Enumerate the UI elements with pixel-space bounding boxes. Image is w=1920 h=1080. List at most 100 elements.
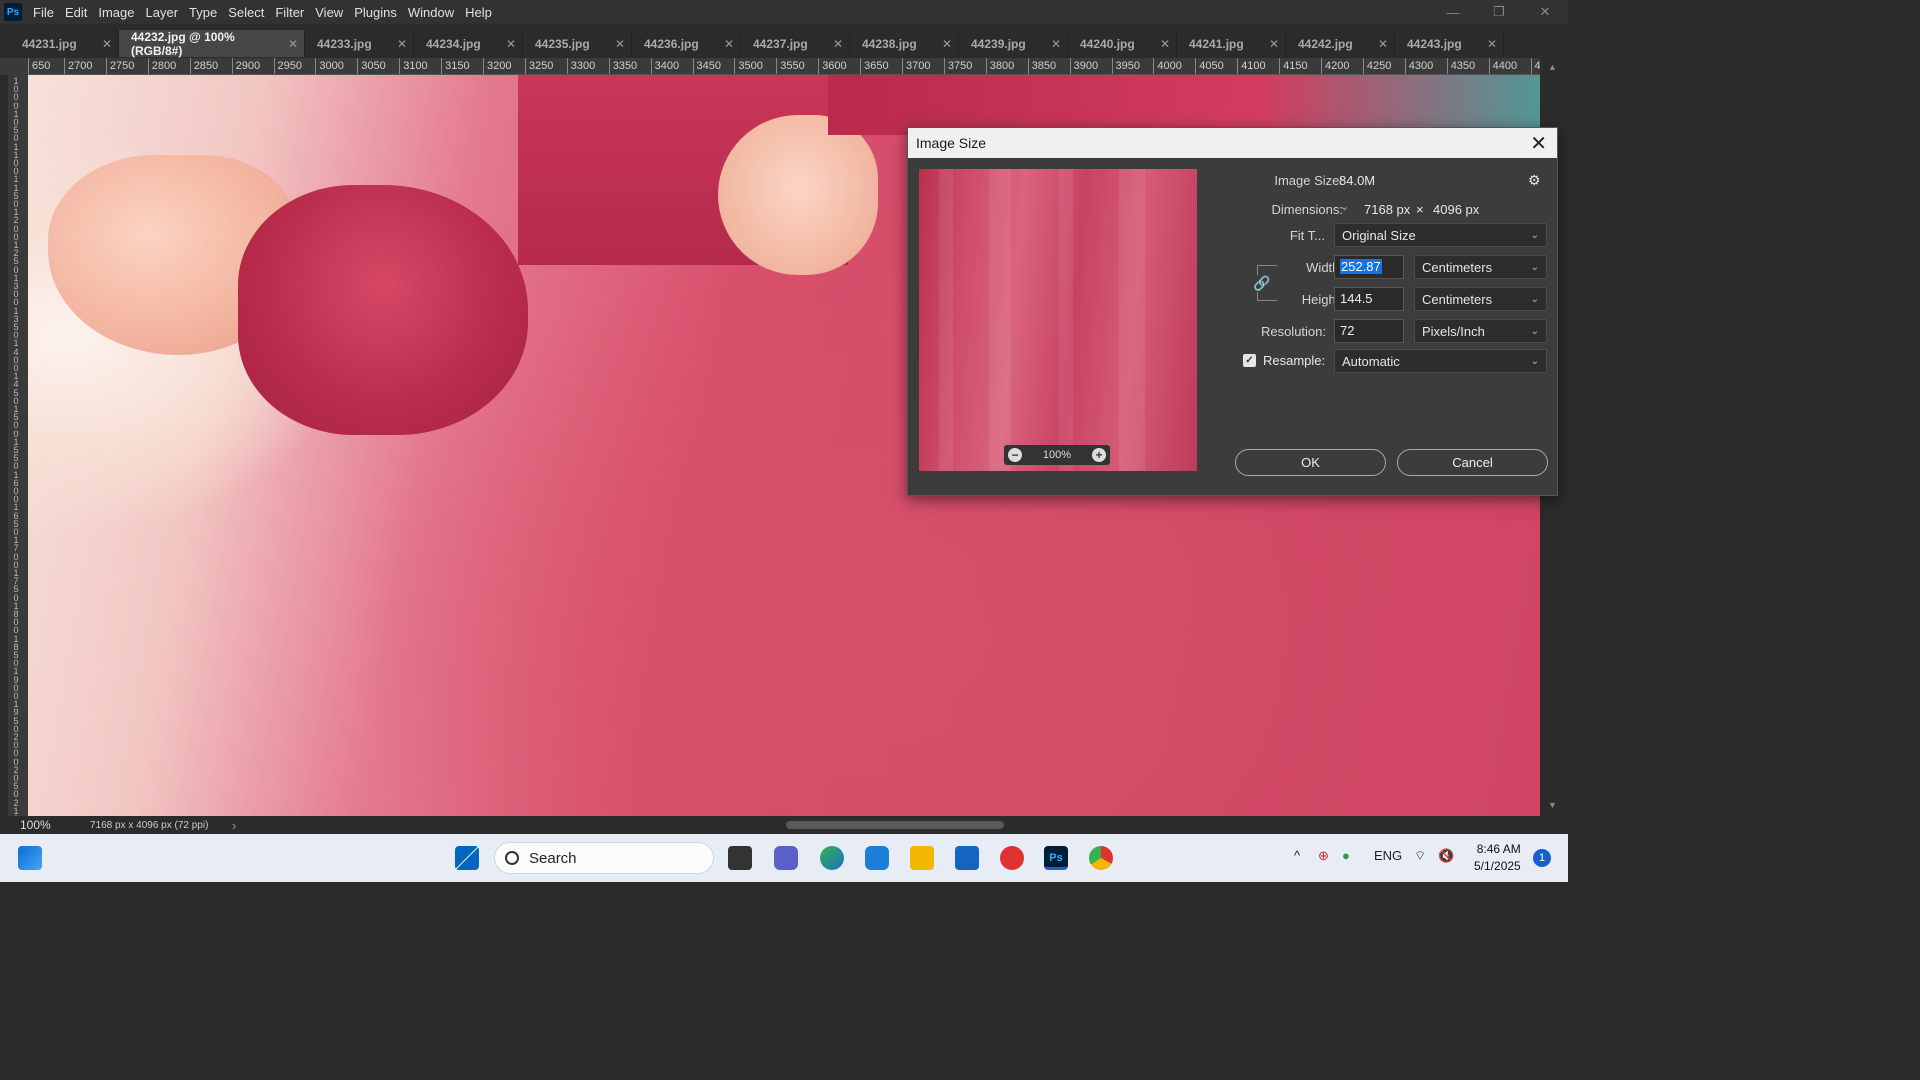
resample-checkbox[interactable]: ✓: [1243, 354, 1256, 367]
left-gutter: [0, 75, 8, 816]
height-unit-select[interactable]: Centimeters ⌄: [1414, 287, 1547, 311]
tray-network-app-icon[interactable]: ●: [1342, 848, 1350, 863]
resample-select[interactable]: Automatic ⌄: [1334, 349, 1547, 373]
menu-filter[interactable]: Filter: [272, 5, 312, 20]
store-icon[interactable]: [955, 846, 979, 870]
restore-button[interactable]: ❐: [1476, 0, 1522, 24]
close-icon[interactable]: ✕: [615, 37, 625, 51]
tab-label: 44231.jpg: [22, 36, 77, 51]
dialog-title: Image Size: [916, 135, 987, 151]
notification-badge[interactable]: 1: [1533, 849, 1551, 867]
resolution-input[interactable]: 72: [1334, 319, 1404, 343]
ruler-tick-label: 3600: [818, 58, 847, 74]
close-icon[interactable]: ✕: [506, 37, 516, 51]
close-icon[interactable]: ✕: [833, 37, 843, 51]
menu-file[interactable]: File: [30, 5, 62, 20]
vertical-ruler[interactable]: 1000105011001150120012501300135014001450…: [8, 75, 28, 816]
tab-44242[interactable]: 44242.jpg ✕: [1286, 30, 1395, 57]
tab-44240[interactable]: 44240.jpg ✕: [1068, 30, 1177, 57]
tab-44233[interactable]: 44233.jpg ✕: [305, 30, 414, 57]
scroll-up-icon[interactable]: ▲: [1548, 62, 1557, 72]
ruler-tick-label: 2850: [189, 58, 218, 74]
menu-window[interactable]: Window: [405, 5, 462, 20]
horizontal-scroll-thumb[interactable]: [786, 821, 1004, 829]
status-menu-arrow-icon[interactable]: ›: [232, 818, 236, 833]
opera-icon[interactable]: [1000, 846, 1024, 870]
resolution-label: Resolution:: [1260, 324, 1326, 339]
wifi-icon[interactable]: ⌔: [1414, 848, 1426, 864]
dimensions-dropdown-chevron-icon[interactable]: ⌄: [1340, 200, 1349, 213]
minimize-button[interactable]: —: [1430, 0, 1476, 24]
tab-44238[interactable]: 44238.jpg ✕: [850, 30, 959, 57]
horizontal-ruler[interactable]: 650 2700 2750 2800 2850 2900 2950 3000 3050 3100 3…: [28, 58, 1540, 75]
zoom-out-icon[interactable]: −: [1008, 448, 1022, 462]
language-indicator[interactable]: ENG: [1374, 848, 1402, 863]
menu-edit[interactable]: Edit: [62, 5, 95, 20]
tab-44235[interactable]: 44235.jpg ✕: [523, 30, 632, 57]
width-unit-select[interactable]: Centimeters ⌄: [1414, 255, 1547, 279]
menu-view[interactable]: View: [312, 5, 351, 20]
dialog-titlebar[interactable]: Image Size ✕: [908, 128, 1557, 158]
photoshop-taskbar-icon[interactable]: Ps: [1044, 846, 1068, 870]
tab-44241[interactable]: 44241.jpg ✕: [1177, 30, 1286, 57]
close-icon[interactable]: ✕: [102, 37, 112, 51]
close-icon[interactable]: ✕: [942, 37, 952, 51]
system-clock[interactable]: 8:46 AM 5/1/2025: [1474, 841, 1521, 875]
tab-44231[interactable]: 44231.jpg ✕: [10, 30, 119, 57]
close-icon[interactable]: ✕: [1378, 37, 1388, 51]
constrain-proportions-link-icon[interactable]: 🔗: [1253, 275, 1271, 292]
close-icon[interactable]: ✕: [288, 37, 298, 51]
settings-gear-icon[interactable]: ⚙: [1528, 172, 1541, 189]
tab-44234[interactable]: 44234.jpg ✕: [414, 30, 523, 57]
tab-44237[interactable]: 44237.jpg ✕: [741, 30, 850, 57]
task-view-icon[interactable]: [728, 846, 752, 870]
ruler-tick-label: 3450: [692, 58, 721, 74]
start-icon[interactable]: [455, 846, 479, 870]
ruler-tick-label: 2700: [64, 58, 92, 74]
snipping-tool-icon[interactable]: [865, 846, 889, 870]
zoom-level-field[interactable]: 100%: [0, 818, 62, 832]
fit-to-select[interactable]: Original Size ⌄: [1334, 223, 1547, 247]
close-icon[interactable]: ✕: [1269, 37, 1279, 51]
tab-44239[interactable]: 44239.jpg ✕: [959, 30, 1068, 57]
tab-44232[interactable]: 44232.jpg @ 100% (RGB/8#) ✕: [119, 30, 305, 58]
tab-44236[interactable]: 44236.jpg ✕: [632, 30, 741, 57]
tab-label: 44236.jpg: [644, 36, 699, 51]
tray-overflow-icon[interactable]: ^: [1294, 848, 1300, 863]
edge-icon[interactable]: [820, 846, 844, 870]
menu-help[interactable]: Help: [462, 5, 500, 20]
tray-app-icon[interactable]: ⊕: [1318, 848, 1329, 864]
fit-to-label: Fit T...: [1289, 228, 1325, 243]
height-input[interactable]: 144.5: [1334, 287, 1404, 311]
menu-layer[interactable]: Layer: [143, 5, 187, 20]
dialog-close-button[interactable]: ✕: [1530, 131, 1547, 156]
tab-label: 44233.jpg: [317, 36, 372, 51]
cancel-button[interactable]: Cancel: [1397, 449, 1548, 476]
taskbar-search[interactable]: Search: [494, 842, 714, 874]
width-input[interactable]: 252.87: [1334, 255, 1404, 279]
close-icon[interactable]: ✕: [397, 37, 407, 51]
resolution-unit-select[interactable]: Pixels/Inch ⌄: [1414, 319, 1547, 343]
close-icon[interactable]: ✕: [1051, 37, 1061, 51]
tab-44243[interactable]: 44243.jpg ✕: [1395, 30, 1504, 57]
file-explorer-icon[interactable]: [910, 846, 934, 870]
horizontal-scrollbar[interactable]: [256, 819, 1536, 831]
widgets-icon[interactable]: [18, 846, 42, 870]
close-icon[interactable]: ✕: [1487, 37, 1497, 51]
scroll-down-icon[interactable]: ▼: [1548, 800, 1557, 810]
close-window-button[interactable]: ✕: [1522, 0, 1568, 24]
teams-icon[interactable]: [774, 846, 798, 870]
menu-type[interactable]: Type: [186, 5, 225, 20]
preview-fold: [939, 169, 953, 471]
menu-plugins[interactable]: Plugins: [351, 5, 405, 20]
image-preview[interactable]: − 100% +: [919, 169, 1197, 471]
chrome-icon[interactable]: [1089, 846, 1113, 870]
menu-image[interactable]: Image: [95, 5, 142, 20]
image-size-dialog: Image Size ✕ − 100% + Image Size: 84.0M …: [907, 127, 1558, 496]
zoom-in-icon[interactable]: +: [1091, 448, 1106, 462]
close-icon[interactable]: ✕: [724, 37, 734, 51]
volume-muted-icon[interactable]: 🔇: [1438, 848, 1454, 864]
close-icon[interactable]: ✕: [1160, 37, 1170, 51]
menu-select[interactable]: Select: [225, 5, 272, 20]
ok-button[interactable]: OK: [1235, 449, 1386, 476]
